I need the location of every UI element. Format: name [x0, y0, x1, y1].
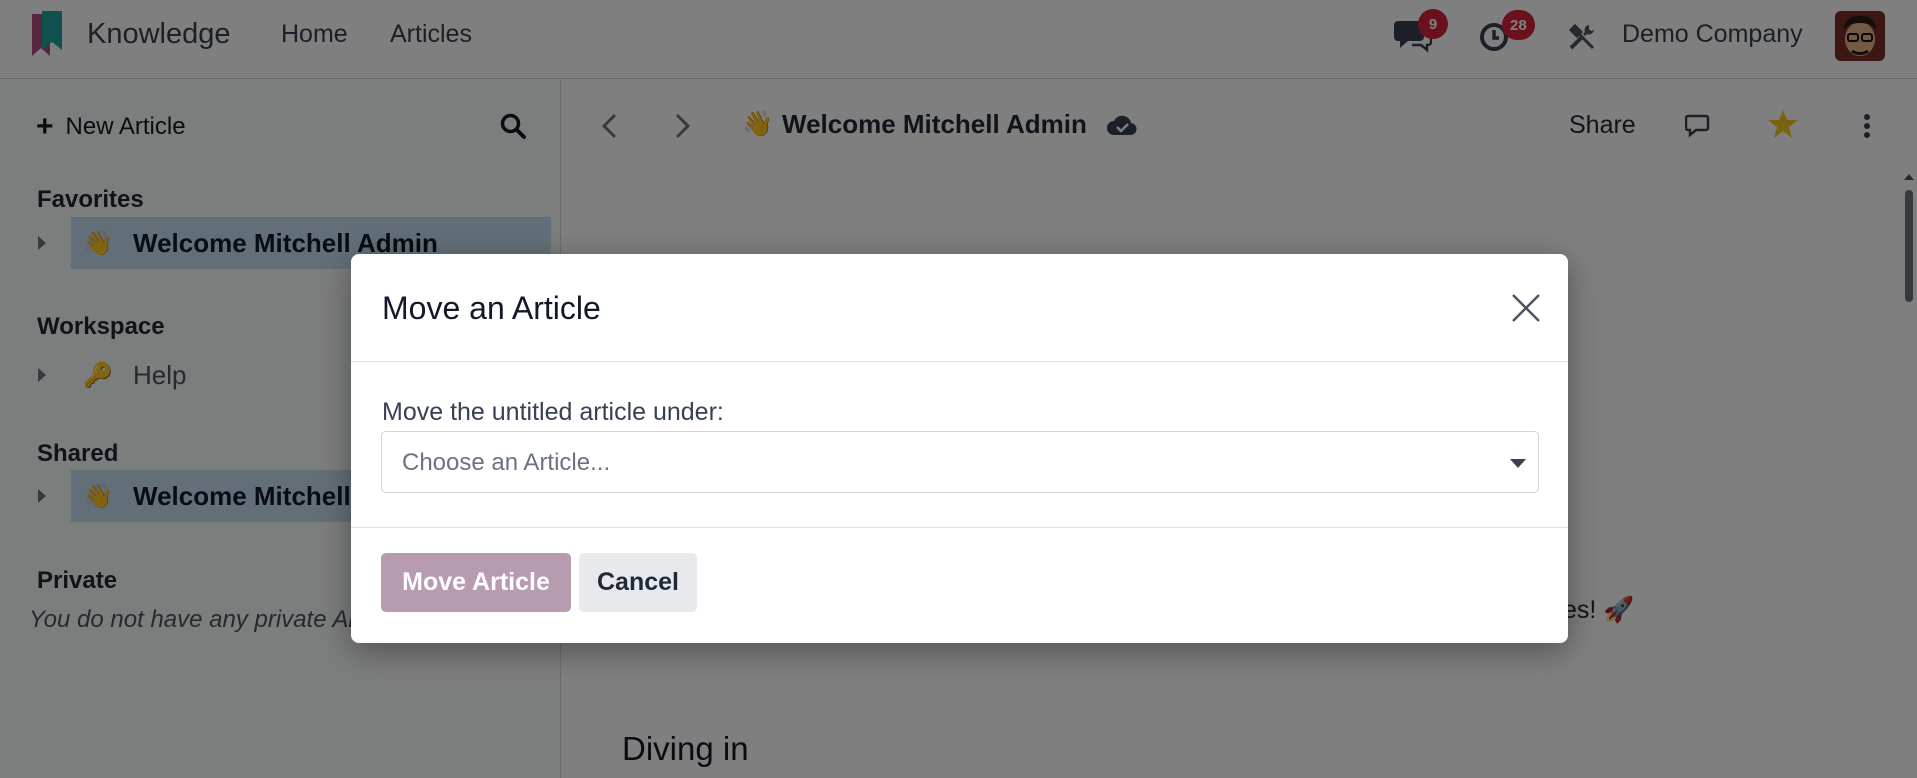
cancel-button[interactable]: Cancel — [579, 553, 697, 612]
chevron-down-icon — [1510, 459, 1526, 468]
move-article-dialog: Move an Article Move the untitled articl… — [351, 254, 1568, 643]
select-placeholder: Choose an Article... — [402, 449, 611, 476]
dialog-header: Move an Article — [351, 254, 1568, 362]
close-icon[interactable] — [1507, 289, 1545, 327]
parent-article-select[interactable]: Choose an Article... — [381, 431, 1539, 493]
dialog-body: Move the untitled article under: Choose … — [351, 362, 1568, 528]
dialog-title: Move an Article — [382, 290, 601, 326]
move-article-button[interactable]: Move Article — [381, 553, 571, 612]
parent-article-label: Move the untitled article under: — [382, 398, 724, 426]
